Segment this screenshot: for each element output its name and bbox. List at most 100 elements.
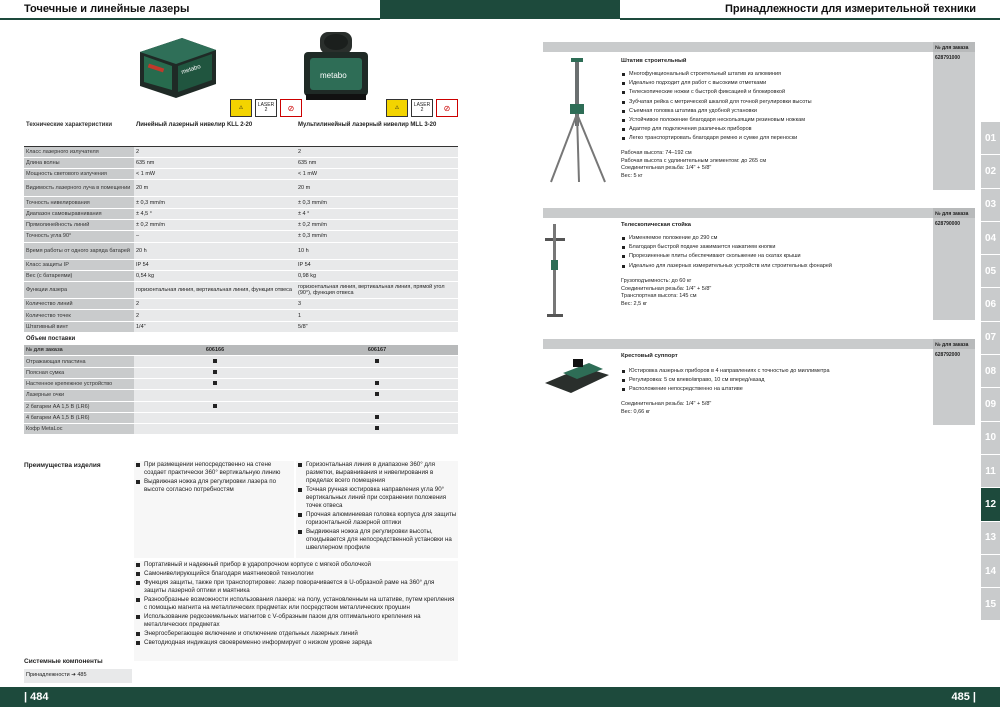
spec-value-kll: IP 54 (134, 259, 296, 271)
included-mark-icon (375, 381, 379, 386)
chapter-tab-15[interactable]: 15 (981, 588, 1000, 622)
advantages-title: Преимущества изделия (24, 462, 101, 469)
order-number-row: № для заказа 606166 606167 (24, 344, 458, 357)
delivery-check-mll (296, 423, 458, 436)
spec-line: Рабочая высота: 74–192 см (621, 150, 692, 156)
spec-value-kll: ± 4,5 ° (134, 208, 296, 220)
spec-value-mll: 1 (296, 309, 458, 322)
feature-item: Регулировка: 5 см влево/вправо, 10 см вп… (621, 376, 830, 385)
spec-row: Прямолинейность линий ± 0,2 mm/m ± 0,2 mm/… (24, 219, 458, 232)
advantage-item: Функция защиты, также при транспортировк… (134, 579, 458, 595)
feature-list: Юстировка лазерных приборов в 4 направле… (621, 367, 830, 395)
feature-item: Прорезиненные плиты обеспечивают скольже… (621, 252, 832, 261)
spec-value-kll: 1/4" (134, 321, 296, 334)
chapter-tab-12[interactable]: 12 (981, 488, 1000, 522)
spec-value-mll: ± 0,2 mm/m (296, 219, 458, 232)
order-label: № для заказа (24, 344, 134, 357)
chapter-tab-02[interactable]: 02 (981, 155, 1000, 189)
spec-list: Рабочая высота: 74–192 см Рабочая высота … (621, 150, 766, 180)
feature-item: Устойчивое положение благодаря нескользя… (621, 116, 812, 125)
chapter-tab-09[interactable]: 09 (981, 388, 1000, 422)
laser-badges-kll: ⚠ LASER 2 ⊘ (230, 99, 302, 117)
delivery-item: 4 батареи AA 1,5 В (LR6) (24, 412, 134, 425)
chapter-tab-03[interactable]: 03 (981, 188, 1000, 222)
chapter-tab-04[interactable]: 04 (981, 221, 1000, 256)
feature-item: Юстировка лазерных приборов в 4 направле… (621, 367, 830, 376)
delivery-check-mll (296, 401, 458, 413)
laser-badges-mll: ⚠ LASER 2 ⊘ (386, 99, 458, 117)
spec-label: Длина волны (24, 157, 134, 170)
spec-value-kll: 2 (134, 298, 296, 311)
delivery-item: 2 батареи AA 1,5 В (LR6) (24, 401, 134, 413)
feature-item: Адаптер для подключения различных прибор… (621, 125, 812, 134)
feature-item: Легко транспортировать благодаря ремню и… (621, 134, 812, 143)
advantage-item: При размещении непосредственно на стене … (134, 461, 294, 477)
accessory-title: Крестовый суппорт (621, 353, 678, 359)
spec-value-mll: 0,98 kg (296, 270, 458, 283)
spec-value-mll: горизонтальная линия, вертикальная линия… (296, 281, 458, 300)
feature-item: Идеально подходит для работ с высокими о… (621, 79, 812, 88)
advantage-item: Точная ручная юстировка направления угла… (296, 486, 458, 510)
spec-label: Точность угла 90° (24, 230, 134, 243)
right-page-number: 485 | (951, 691, 977, 703)
spec-row: Штативный винт 1/4" 5/8" (24, 321, 458, 334)
spec-label: Прямолинейность линий (24, 219, 134, 232)
spec-row: Класс лазерного излучателя 2 2 (24, 146, 458, 158)
delivery-check-kll (134, 412, 296, 425)
chapter-tab-05[interactable]: 05 (981, 255, 1000, 289)
spec-row: Длина волны 635 nm 635 nm (24, 157, 458, 170)
chapter-tab-13[interactable]: 13 (981, 521, 1000, 555)
advantage-item: Самонивелирующийся благодаря маятниковой… (134, 570, 458, 578)
accessory-title: Штатив строительный (621, 58, 687, 64)
chapter-tab-10[interactable]: 10 (981, 421, 1000, 455)
chapter-tab-08[interactable]: 08 (981, 355, 1000, 389)
spec-value-kll: – (134, 230, 296, 243)
spec-value-kll: < 1 mW (134, 168, 296, 181)
spec-row: Точность угла 90° – ± 0,3 mm/m (24, 230, 458, 243)
system-components-title: Системные компоненты (24, 658, 103, 665)
spec-label: Штативный винт (24, 321, 134, 334)
chapter-tab-07[interactable]: 07 (981, 321, 1000, 356)
chapter-tab-01[interactable]: 01 (981, 122, 1000, 156)
included-mark-icon (213, 369, 217, 374)
order-number: 628792000 (933, 349, 975, 425)
spec-value-kll: горизонтальная линия, вертикальная линия… (134, 281, 296, 300)
product-image-kll: metabo (132, 32, 222, 100)
spec-value-kll: 2 (134, 146, 296, 158)
chapter-tab-06[interactable]: 06 (981, 288, 1000, 322)
tripod-image (550, 58, 606, 183)
bottom-bar: | 484 485 | (0, 687, 1000, 707)
delivery-check-mll (296, 412, 458, 425)
spec-label: Вес (с батареями) (24, 270, 134, 283)
spec-value-mll: IP 54 (296, 259, 458, 271)
spec-line: Грузоподъемность: до 60 кг (621, 278, 692, 284)
chapter-tab-11[interactable]: 11 (981, 454, 1000, 489)
spec-row: Точность нивелирования ± 0,3 mm/m ± 0,3 mm… (24, 196, 458, 209)
left-page-number: | 484 (24, 691, 49, 703)
spec-value-kll: ± 0,3 mm/m (134, 196, 296, 209)
system-components-link[interactable]: Принадлежности ➔ 485 (24, 669, 132, 683)
advantage-item: Использование редкоземельных магнитов с … (134, 613, 458, 629)
laser-class-badge: LASER 2 (411, 99, 433, 117)
right-header-rule (620, 18, 1000, 20)
delivery-item: Настенное крепежное устройство (24, 378, 134, 391)
no-eye-exposure-icon: ⊘ (280, 99, 302, 117)
included-mark-icon (213, 358, 217, 363)
included-mark-icon (213, 403, 217, 408)
spec-label: Функции лазера (24, 281, 134, 300)
advantage-item: Портативный и надежный прибор в ударопро… (134, 561, 458, 569)
order-label: № для заказа (933, 42, 975, 52)
right-page-title: Принадлежности для измерительной техники (724, 3, 976, 15)
spec-label: Количество точек (24, 309, 134, 322)
spec-value-kll: 20 m (134, 179, 296, 198)
spec-value-mll: 20 m (296, 179, 458, 198)
spec-row: Функции лазера горизонтальная линия, верт… (24, 281, 458, 300)
laser-class-badge: LASER 2 (255, 99, 277, 117)
spec-value-mll: 5/8" (296, 321, 458, 334)
spec-value-mll: ± 4 ° (296, 208, 458, 220)
chapter-tab-14[interactable]: 14 (981, 554, 1000, 589)
spec-value-kll: ± 0,2 mm/m (134, 219, 296, 232)
spec-row: Время работы от одного заряда батарей 20 … (24, 242, 458, 260)
delivery-check-kll (134, 355, 296, 368)
spec-list: Грузоподъемность: до 60 кг Соединительная… (621, 278, 711, 308)
